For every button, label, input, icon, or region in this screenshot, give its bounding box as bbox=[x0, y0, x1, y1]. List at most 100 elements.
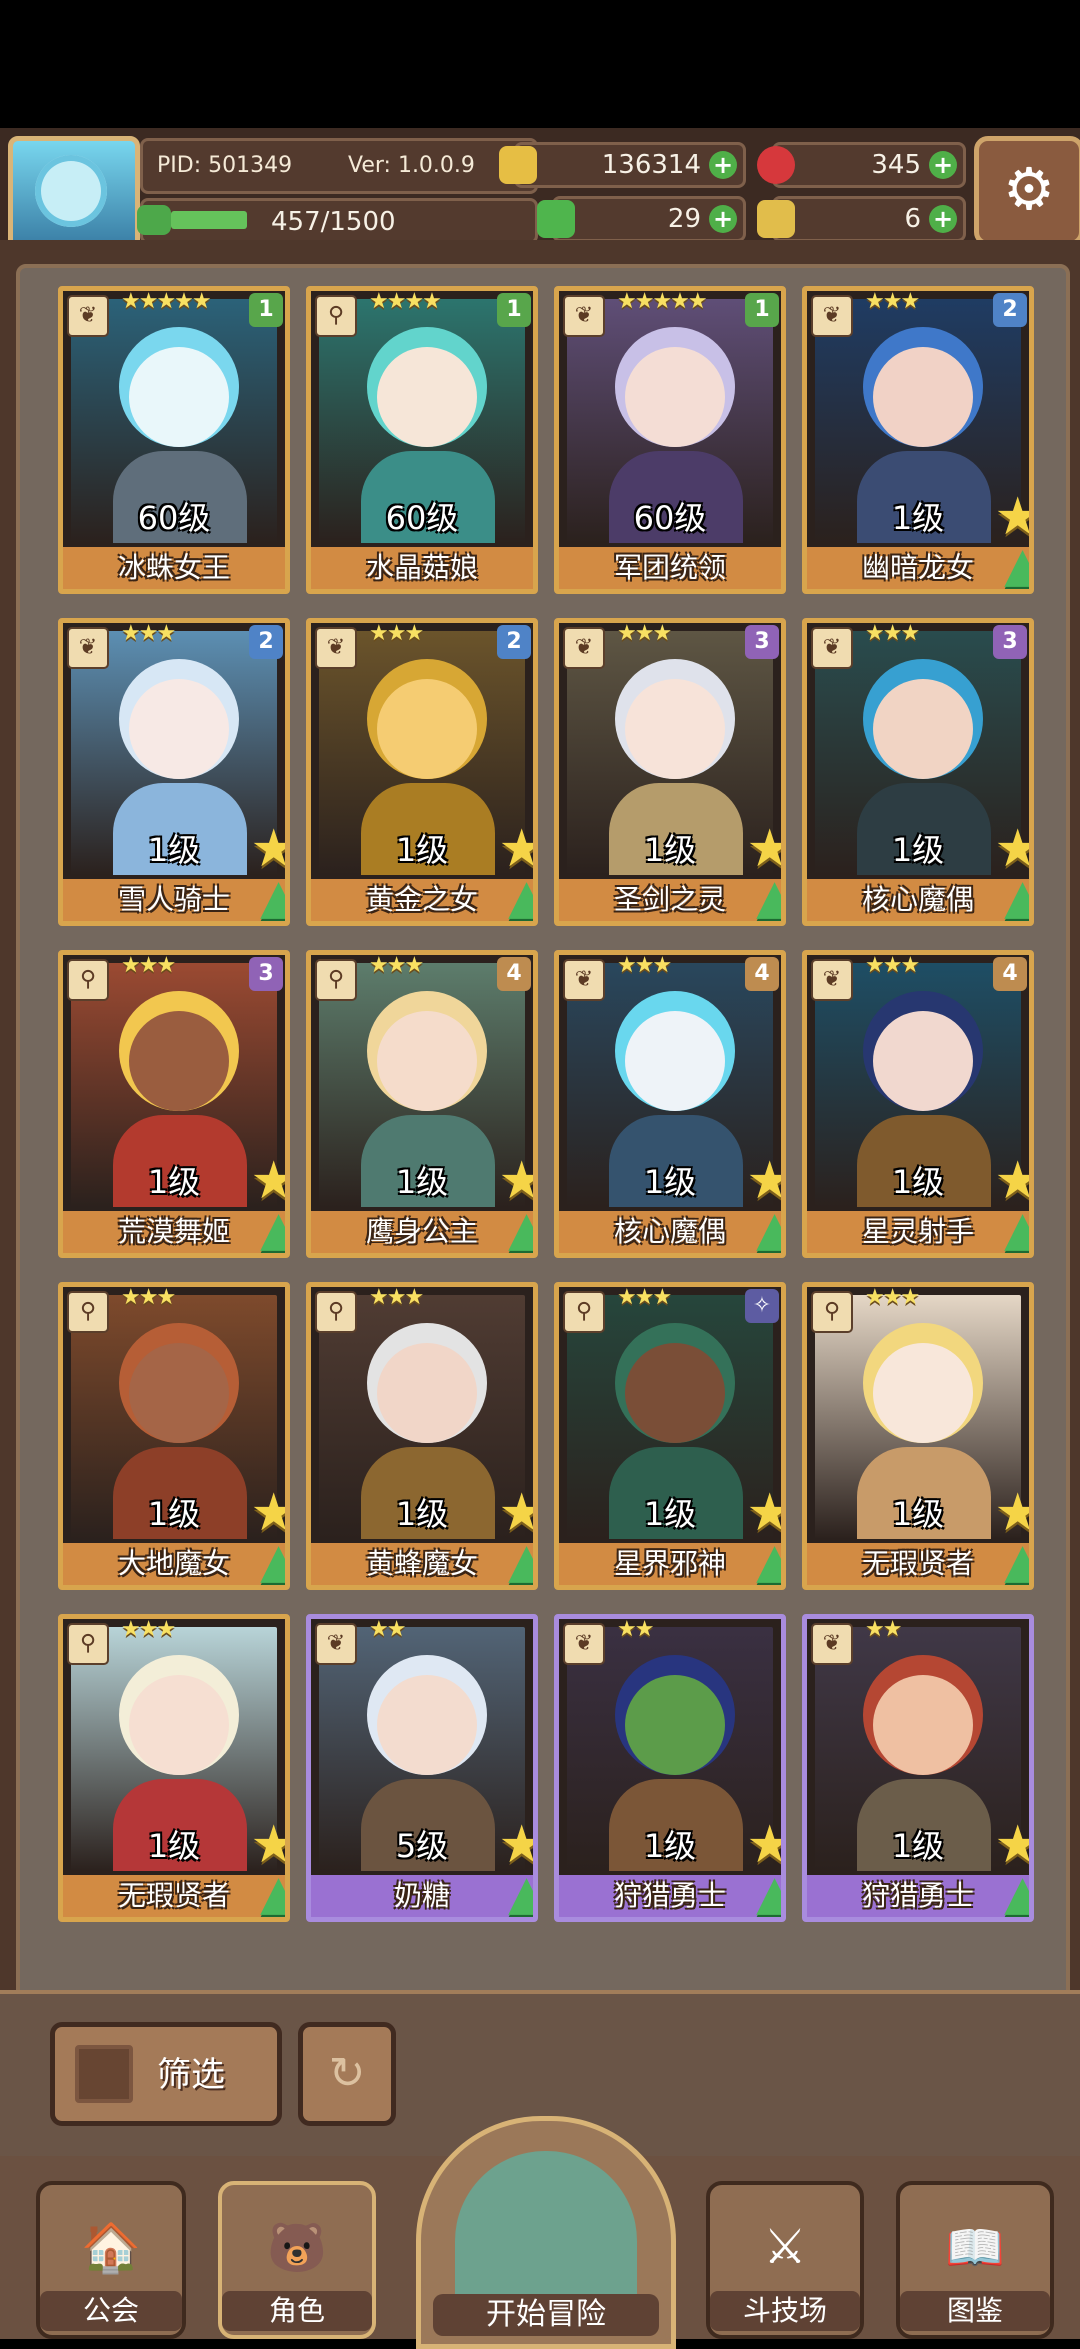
adventure-button[interactable]: 开始冒险 bbox=[416, 2116, 676, 2349]
arena-tab[interactable]: ⚔ 斗技场 bbox=[706, 2181, 864, 2339]
character-card[interactable]: ★★★★ ⚲ 1 60级 水晶菇娘 bbox=[306, 286, 538, 594]
nav-character[interactable]: 🐻 角色 bbox=[218, 2178, 376, 2339]
character-card[interactable]: ★★❦1级狩猎勇士★▲ bbox=[802, 1614, 1034, 1922]
player-avatar[interactable] bbox=[8, 136, 140, 250]
character-face bbox=[129, 347, 229, 447]
rarity-stars: ★★★★★ bbox=[121, 289, 212, 314]
level-up-arrow-icon: ▲ bbox=[756, 1865, 781, 1917]
character-face bbox=[625, 1343, 725, 1443]
grade-badge: 2 bbox=[249, 625, 283, 659]
character-card[interactable]: ★★❦1级狩猎勇士★▲ bbox=[554, 1614, 786, 1922]
add-gem-button[interactable]: + bbox=[929, 151, 957, 179]
grade-badge: 4 bbox=[497, 957, 531, 991]
character-face bbox=[129, 1675, 229, 1775]
character-name: 奶糖 bbox=[311, 1875, 533, 1917]
class-icon: ❦ bbox=[811, 295, 853, 337]
xp-icon bbox=[137, 205, 171, 235]
level-up-arrow-icon: ▲ bbox=[1004, 1201, 1029, 1253]
rarity-stars: ★★★ bbox=[865, 289, 920, 314]
character-face bbox=[625, 1675, 725, 1775]
level-up-arrow-icon: ▲ bbox=[756, 869, 781, 921]
class-icon: ❦ bbox=[67, 295, 109, 337]
character-face bbox=[377, 1675, 477, 1775]
character-face bbox=[129, 1343, 229, 1443]
codex-tab[interactable]: 📖 图鉴 bbox=[896, 2181, 1054, 2339]
class-icon: ⚲ bbox=[67, 1291, 109, 1333]
character-card[interactable]: ★★★⚲✧1级星界邪神★▲ bbox=[554, 1282, 786, 1590]
boot-value: 6 bbox=[904, 204, 921, 234]
rarity-stars: ★★★ bbox=[121, 953, 176, 978]
character-card[interactable]: ★★★❦21级雪人骑士★▲ bbox=[58, 618, 290, 926]
level-up-arrow-icon: ▲ bbox=[508, 1865, 533, 1917]
character-card[interactable]: ★★★❦31级圣剑之灵★▲ bbox=[554, 618, 786, 926]
clover-value: 29 bbox=[667, 204, 701, 234]
guild-tab[interactable]: 🏠 公会 bbox=[36, 2181, 186, 2339]
class-icon: ❦ bbox=[67, 627, 109, 669]
character-face bbox=[625, 347, 725, 447]
level-up-arrow-icon: ▲ bbox=[260, 869, 285, 921]
character-name: 大地魔女 bbox=[63, 1543, 285, 1585]
character-face bbox=[625, 679, 725, 779]
character-card[interactable]: ★★★⚲1级无瑕贤者★▲ bbox=[802, 1282, 1034, 1590]
character-card[interactable]: ★★★⚲1级大地魔女★▲ bbox=[58, 1282, 290, 1590]
character-card[interactable]: ★★★❦41级核心魔偶★▲ bbox=[554, 950, 786, 1258]
class-icon: ❦ bbox=[315, 1623, 357, 1665]
character-card[interactable]: ★★★⚲1级黄蜂魔女★▲ bbox=[306, 1282, 538, 1590]
gem-resource: 345 + bbox=[757, 142, 966, 188]
filter-button[interactable]: 筛选 bbox=[50, 2022, 282, 2126]
rarity-stars: ★★★ bbox=[865, 621, 920, 646]
add-gold-button[interactable]: + bbox=[709, 151, 737, 179]
map-icon bbox=[455, 2151, 637, 2301]
grade-badge: ✧ bbox=[745, 1289, 779, 1323]
rarity-stars: ★★★★ bbox=[369, 289, 442, 314]
class-icon: ⚲ bbox=[315, 959, 357, 1001]
filter-label: 筛选 bbox=[157, 2055, 225, 2095]
book-icon: 📖 bbox=[945, 2220, 1005, 2276]
character-card[interactable]: ★★★⚲31级荒漠舞姬★▲ bbox=[58, 950, 290, 1258]
character-face bbox=[377, 347, 477, 447]
xp-text: 457/1500 bbox=[271, 207, 396, 237]
character-card[interactable]: ★★★⚲1级无瑕贤者★▲ bbox=[58, 1614, 290, 1922]
character-level: 60级 bbox=[137, 499, 211, 537]
class-icon: ⚲ bbox=[811, 1291, 853, 1333]
level-up-arrow-icon: ▲ bbox=[260, 1201, 285, 1253]
player-info-bar: PID: 501349 Ver: 1.0.0.9 bbox=[140, 138, 538, 194]
class-icon: ❦ bbox=[563, 295, 605, 337]
level-up-arrow-icon: ▲ bbox=[260, 1865, 285, 1917]
character-name: 军团统领 bbox=[559, 547, 781, 589]
nav-guild[interactable]: 🏠 公会 bbox=[36, 2178, 186, 2339]
grade-badge: 4 bbox=[993, 957, 1027, 991]
character-card[interactable]: ★★★❦41级星灵射手★▲ bbox=[802, 950, 1034, 1258]
class-icon: ❦ bbox=[315, 627, 357, 669]
grade-badge: 1 bbox=[745, 293, 779, 327]
add-clover-button[interactable]: + bbox=[709, 205, 737, 233]
class-icon: ❦ bbox=[811, 627, 853, 669]
character-name: 狩猎勇士 bbox=[807, 1875, 1029, 1917]
character-tab[interactable]: 🐻 角色 bbox=[218, 2181, 376, 2339]
character-card[interactable]: ★★★★★ ❦ 1 60级 冰蛛女王 bbox=[58, 286, 290, 594]
level-up-arrow-icon: ▲ bbox=[1004, 869, 1029, 921]
class-icon: ❦ bbox=[563, 1623, 605, 1665]
class-icon: ❦ bbox=[563, 627, 605, 669]
character-card[interactable]: ★★★❦31级核心魔偶★▲ bbox=[802, 618, 1034, 926]
character-card[interactable]: ★★★❦21级幽暗龙女★▲ bbox=[802, 286, 1034, 594]
character-name: 核心魔偶 bbox=[559, 1211, 781, 1253]
class-icon: ⚲ bbox=[563, 1291, 605, 1333]
rarity-stars: ★★★ bbox=[617, 621, 672, 646]
xp-fill bbox=[171, 211, 248, 229]
rarity-stars: ★★★ bbox=[121, 621, 176, 646]
character-level: 60级 bbox=[633, 499, 707, 537]
character-name: 无瑕贤者 bbox=[807, 1543, 1029, 1585]
xp-bar: 457/1500 bbox=[137, 198, 538, 244]
character-card[interactable]: ★★★⚲41级鹰身公主★▲ bbox=[306, 950, 538, 1258]
character-card[interactable]: ★★★❦21级黄金之女★▲ bbox=[306, 618, 538, 926]
gear-icon[interactable]: ⚙ bbox=[974, 136, 1080, 246]
character-card[interactable]: ★★❦5级奶糖★▲ bbox=[306, 1614, 538, 1922]
filter-grid-icon bbox=[75, 2045, 133, 2103]
nav-codex[interactable]: 📖 图鉴 bbox=[896, 2178, 1056, 2339]
nav-arena[interactable]: ⚔ 斗技场 bbox=[706, 2178, 866, 2339]
character-card[interactable]: ★★★★★ ❦ 1 60级 军团统领 bbox=[554, 286, 786, 594]
refresh-button[interactable]: ↻ bbox=[298, 2022, 396, 2126]
character-name: 鹰身公主 bbox=[311, 1211, 533, 1253]
add-boot-button[interactable]: + bbox=[929, 205, 957, 233]
